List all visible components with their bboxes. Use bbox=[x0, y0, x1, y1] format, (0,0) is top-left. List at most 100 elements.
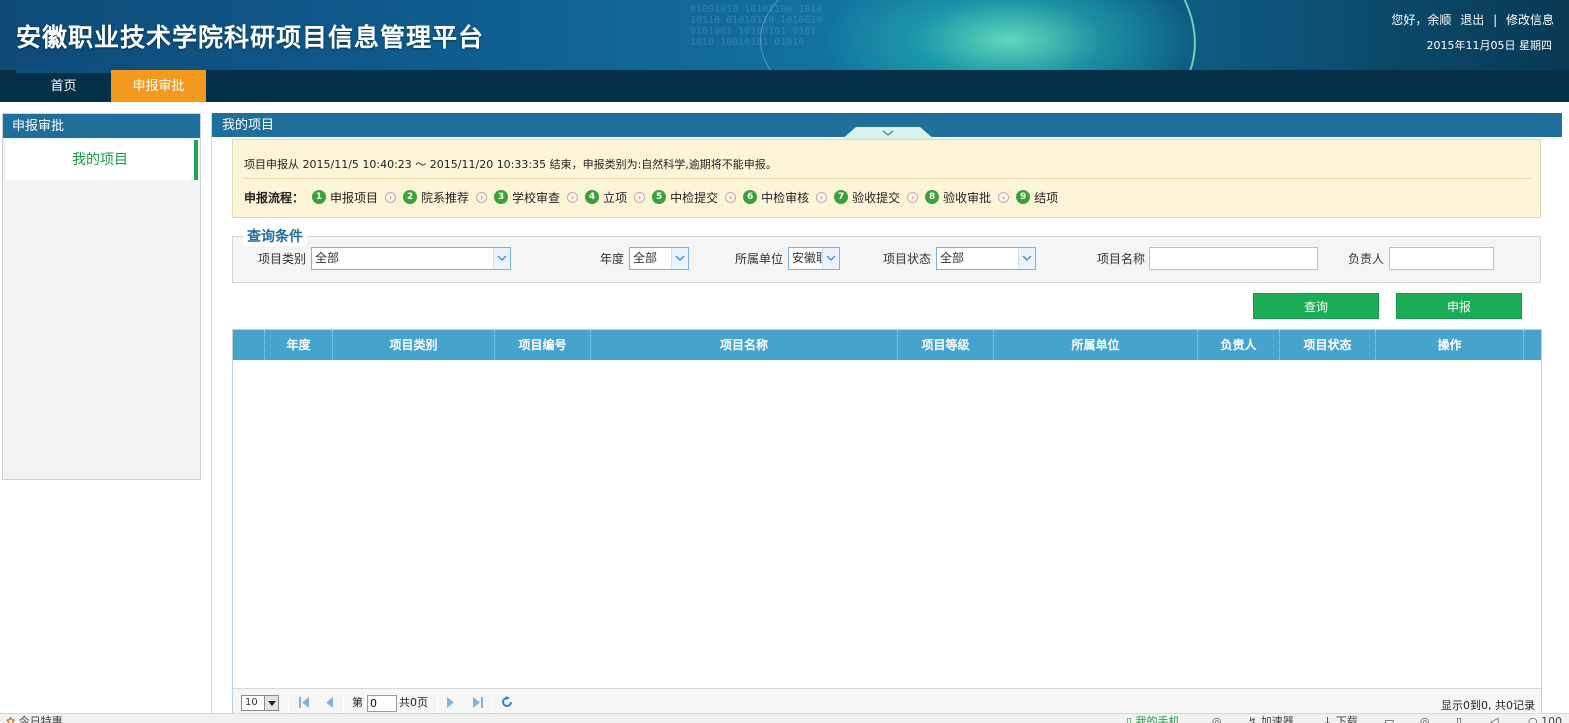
chevron-down-icon bbox=[822, 248, 839, 269]
collapse-toggle[interactable] bbox=[842, 127, 934, 139]
leader-input[interactable] bbox=[1389, 247, 1494, 270]
query-title: 查询条件 bbox=[243, 228, 307, 246]
column-header-project-code[interactable]: 项目编号 bbox=[495, 330, 591, 360]
flow-step-label: 立项 bbox=[603, 190, 628, 205]
notice-text: 项目申报从 2015/11/5 10:40:23 ～ 2015/11/20 10… bbox=[244, 158, 777, 171]
query-button[interactable]: 查询 bbox=[1253, 293, 1379, 319]
flow-step-label: 中检提交 bbox=[670, 190, 719, 205]
category-select[interactable]: 全部 bbox=[311, 247, 511, 270]
chevron-right-icon: › bbox=[998, 191, 1010, 203]
today-deals-label: 今日特惠 bbox=[18, 715, 63, 723]
page-size-value: 10 bbox=[245, 697, 258, 708]
chevron-right-icon: › bbox=[567, 191, 579, 203]
browser-status-bar: ✿ 今日特惠 ▯ 我的手机 ◎ ↯ 加速器 ↓ 下载 ▭ ◎ ▯ ◁ ○ 100 bbox=[0, 713, 1569, 723]
pager-separator bbox=[437, 695, 438, 713]
sidebar-item-my-projects[interactable]: 我的项目 bbox=[6, 140, 198, 180]
step-number-icon: 1 bbox=[312, 190, 327, 204]
status-select[interactable]: 全部 bbox=[936, 247, 1036, 270]
page-number-input[interactable] bbox=[367, 695, 397, 712]
step-number-icon: 2 bbox=[403, 190, 418, 204]
browser-icon[interactable]: ◎ bbox=[1212, 715, 1222, 723]
column-header-level[interactable]: 项目等级 bbox=[898, 330, 994, 360]
flow-step: 9 结项 bbox=[1016, 189, 1058, 206]
next-page-icon[interactable] bbox=[447, 697, 455, 711]
download-icon: ↓ bbox=[1323, 715, 1333, 723]
status-label: 项目状态 bbox=[883, 252, 932, 266]
globe-icon[interactable]: ◎ bbox=[1420, 715, 1430, 723]
column-header-year[interactable]: 年度 bbox=[265, 330, 333, 360]
project-name-input[interactable] bbox=[1149, 247, 1318, 270]
refresh-icon[interactable] bbox=[501, 696, 513, 711]
layout-divider bbox=[211, 113, 212, 723]
my-phone-label: 我的手机 bbox=[1135, 715, 1180, 723]
first-page-icon[interactable] bbox=[299, 697, 309, 711]
step-number-icon: 6 bbox=[743, 190, 758, 204]
chevron-right-icon: › bbox=[816, 191, 828, 203]
step-number-icon: 9 bbox=[1016, 190, 1031, 204]
speaker-icon[interactable]: ◁ bbox=[1490, 715, 1498, 723]
nav-apply-approve[interactable]: 申报审批 bbox=[111, 70, 206, 102]
column-header-checkbox[interactable] bbox=[233, 330, 265, 360]
app-title: 安徽职业技术学院科研项目信息管理平台 bbox=[16, 23, 485, 52]
project-table: 年度 项目类别 项目编号 项目名称 项目等级 所属单位 负责人 项目状态 操作 … bbox=[232, 329, 1542, 723]
deals-icon: ✿ bbox=[6, 715, 16, 723]
year-label: 年度 bbox=[600, 252, 625, 266]
chevron-right-icon: › bbox=[476, 191, 488, 203]
flow-step-label: 结项 bbox=[1034, 190, 1059, 205]
project-name-label: 项目名称 bbox=[1097, 252, 1146, 266]
flow-step-label: 院系推荐 bbox=[421, 190, 470, 205]
unit-select[interactable]: 安徽职 bbox=[788, 247, 840, 270]
user-greeting: 您好，余顺 bbox=[1391, 13, 1452, 27]
flow-step-label: 验收提交 bbox=[852, 190, 901, 205]
collapse-tab-shape bbox=[842, 127, 934, 139]
column-header-actions[interactable]: 操作 bbox=[1376, 330, 1524, 360]
user-bar-separator: | bbox=[1493, 13, 1498, 27]
step-number-icon: 4 bbox=[585, 190, 600, 204]
sidebar: 申报审批 我的项目 bbox=[2, 113, 201, 480]
accelerator-link[interactable]: ↯ 加速器 bbox=[1248, 715, 1294, 723]
apply-flow: 申报流程： 1 申报项目 › 2 院系推荐 › 3 学校审查 › 4 立项 › 5 中检提… bbox=[244, 187, 1058, 207]
edit-info-link[interactable]: 修改信息 bbox=[1506, 13, 1554, 27]
last-page-icon[interactable] bbox=[473, 697, 483, 711]
column-header-leader[interactable]: 负责人 bbox=[1198, 330, 1280, 360]
apply-button[interactable]: 申报 bbox=[1396, 293, 1522, 319]
chevron-right-icon: › bbox=[725, 191, 737, 203]
sidebar-title: 申报审批 bbox=[3, 114, 200, 138]
flow-step: 4 立项 bbox=[585, 189, 627, 206]
year-select[interactable]: 全部 bbox=[629, 247, 689, 270]
zoom-control[interactable]: ○ 100 bbox=[1528, 715, 1562, 723]
status-select-value: 全部 bbox=[940, 251, 965, 265]
chevron-right-icon: › bbox=[634, 191, 646, 203]
step-number-icon: 5 bbox=[652, 190, 667, 204]
download-link[interactable]: ↓ 下载 bbox=[1323, 715, 1358, 723]
accelerator-icon: ↯ bbox=[1248, 715, 1258, 723]
zoom-icon: ○ bbox=[1528, 715, 1538, 723]
nav-home[interactable]: 首页 bbox=[16, 70, 111, 102]
flow-step-label: 申报项目 bbox=[330, 190, 379, 205]
leader-label: 负责人 bbox=[1348, 252, 1385, 266]
window-icon[interactable]: ▭ bbox=[1384, 715, 1394, 723]
page-size-select[interactable]: 10 bbox=[241, 695, 279, 711]
chevron-down-icon bbox=[264, 696, 278, 710]
column-header-category[interactable]: 项目类别 bbox=[333, 330, 495, 360]
unit-label: 所属单位 bbox=[735, 252, 784, 266]
notice-box: 项目申报从 2015/11/5 10:40:23 ～ 2015/11/20 10… bbox=[232, 139, 1541, 218]
column-header-project-name[interactable]: 项目名称 bbox=[591, 330, 898, 360]
my-phone-link[interactable]: ▯ 我的手机 bbox=[1126, 715, 1180, 723]
banner-arc-secondary bbox=[760, 0, 1180, 70]
phone-icon: ▯ bbox=[1126, 715, 1133, 723]
page-icon[interactable]: ▯ bbox=[1456, 715, 1462, 723]
column-header-unit[interactable]: 所属单位 bbox=[994, 330, 1198, 360]
prev-page-icon[interactable] bbox=[325, 697, 333, 711]
step-number-icon: 7 bbox=[834, 190, 849, 204]
flow-step-label: 验收审批 bbox=[943, 190, 992, 205]
logout-link[interactable]: 退出 bbox=[1460, 13, 1484, 27]
header-banner: 01001010 10101100 1010 10110 01010110 10… bbox=[0, 0, 1569, 70]
today-deals-link[interactable]: ✿ 今日特惠 bbox=[6, 715, 63, 723]
chevron-down-icon bbox=[671, 248, 688, 269]
table-body bbox=[233, 360, 1541, 688]
column-header-status[interactable]: 项目状态 bbox=[1280, 330, 1376, 360]
flow-step: 6 中检审核 bbox=[743, 189, 809, 206]
chevron-right-icon: › bbox=[907, 191, 919, 203]
main-nav: 首页 申报审批 bbox=[0, 70, 1569, 102]
